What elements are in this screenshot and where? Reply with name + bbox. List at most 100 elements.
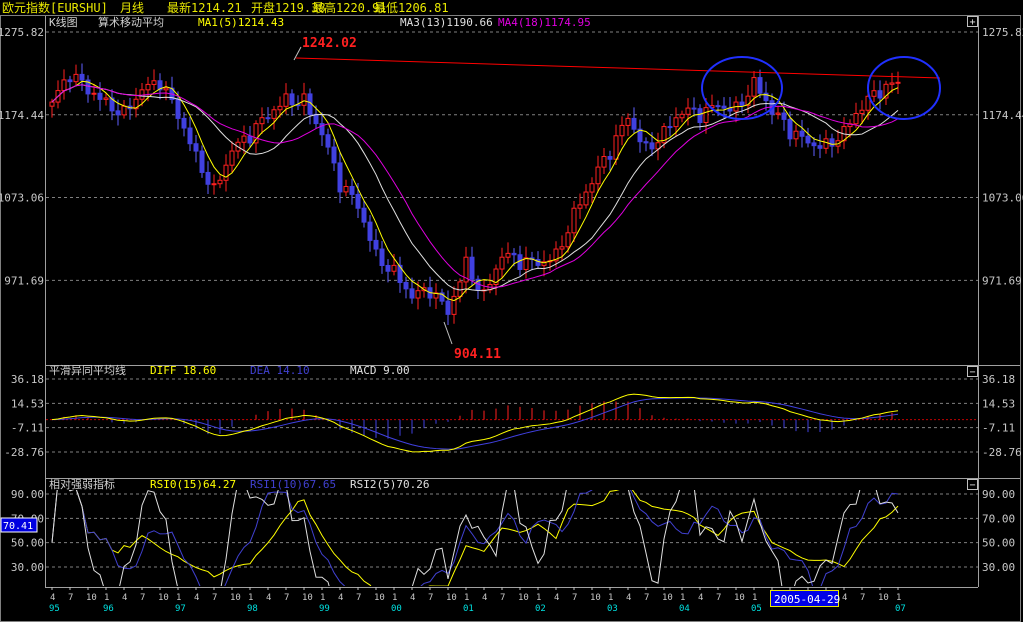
month-label: 1 bbox=[752, 593, 757, 603]
month-label: 4 bbox=[482, 593, 487, 603]
period-label: 月线 bbox=[120, 1, 144, 15]
candle-down bbox=[79, 73, 85, 81]
rsi-current-value: 70.41 bbox=[3, 521, 33, 532]
candle-up bbox=[91, 92, 97, 95]
month-label: 4 bbox=[194, 593, 199, 603]
candle-up bbox=[619, 124, 625, 137]
candle-up bbox=[853, 113, 859, 125]
collapse-rsi-button[interactable]: − bbox=[967, 479, 978, 492]
candle-down bbox=[367, 221, 373, 241]
candle-down bbox=[445, 300, 451, 315]
candle-down bbox=[607, 156, 613, 160]
low-label: 904.11 bbox=[454, 347, 501, 362]
candle-down bbox=[187, 127, 193, 145]
macd-tick-right: -28.76 bbox=[982, 446, 1022, 459]
candle-up bbox=[589, 183, 595, 193]
ma4-value: MA4(18)1174.95 bbox=[498, 16, 591, 29]
candle-down bbox=[373, 239, 379, 250]
candle-down bbox=[721, 105, 727, 109]
chart-canvas[interactable]: 欧元指数[EURSHU] 月线 最新1214.21 开盘1219.38 最高12… bbox=[0, 0, 1023, 622]
expand-button[interactable]: + bbox=[967, 16, 978, 29]
candle-up bbox=[283, 93, 289, 107]
macd-tick-left: -7.11 bbox=[11, 422, 44, 435]
candle-up bbox=[211, 183, 217, 186]
price-tick-left: 1073.06 bbox=[0, 192, 44, 205]
candle-up bbox=[145, 83, 151, 91]
year-label: 99 bbox=[319, 604, 330, 614]
candle-down bbox=[67, 79, 73, 83]
candle-down bbox=[199, 150, 205, 173]
candle-down bbox=[265, 117, 271, 120]
month-label: 7 bbox=[500, 593, 505, 603]
minus-icon: − bbox=[969, 480, 975, 491]
candle-down bbox=[403, 281, 409, 290]
low-price: 最低1206.81 bbox=[374, 1, 449, 15]
macd-value: MACD 9.00 bbox=[350, 364, 410, 377]
candle-down bbox=[697, 108, 703, 123]
month-label: 1 bbox=[320, 593, 325, 603]
candle-down bbox=[781, 112, 787, 120]
month-label: 10 bbox=[158, 593, 169, 603]
candle-up bbox=[241, 135, 247, 143]
year-label: 04 bbox=[679, 604, 690, 614]
year-label: 98 bbox=[247, 604, 258, 614]
candle-down bbox=[349, 186, 355, 195]
year-label: 02 bbox=[535, 604, 546, 614]
rsi-tick-left: 30.00 bbox=[11, 561, 44, 574]
month-label: 10 bbox=[230, 593, 241, 603]
latest-price: 最新1214.21 bbox=[167, 0, 242, 15]
month-label: 7 bbox=[356, 593, 361, 603]
month-label: 4 bbox=[554, 593, 559, 603]
candle-up bbox=[121, 105, 127, 116]
month-label: 7 bbox=[860, 593, 865, 603]
candle-up bbox=[601, 156, 607, 168]
candle-up bbox=[625, 117, 631, 126]
rsi0-value: RSI0(15)64.27 bbox=[150, 478, 236, 491]
candle-down bbox=[631, 117, 637, 130]
candle-up bbox=[673, 117, 679, 128]
candle-down bbox=[469, 256, 475, 280]
month-label: 7 bbox=[284, 593, 289, 603]
ma1-value: MA1(5)1214.43 bbox=[198, 16, 284, 29]
year-label: 97 bbox=[175, 604, 186, 614]
collapse-macd-button[interactable]: − bbox=[967, 366, 978, 379]
candle-up bbox=[703, 107, 709, 123]
candle-down bbox=[877, 90, 883, 99]
rsi-tick-left: 90.00 bbox=[11, 488, 44, 501]
month-label: 1 bbox=[248, 593, 253, 603]
candle-down bbox=[817, 145, 823, 149]
macd-tick-right: -7.11 bbox=[982, 422, 1015, 435]
indicator-name: 算术移动平均 bbox=[98, 15, 164, 29]
rsi-tick-left: 50.00 bbox=[11, 537, 44, 550]
candle-up bbox=[751, 77, 757, 97]
candle-up bbox=[451, 295, 457, 315]
candle-down bbox=[247, 135, 253, 144]
month-label: 4 bbox=[698, 593, 703, 603]
candle-down bbox=[181, 117, 187, 129]
candle-down bbox=[787, 118, 793, 140]
candle-up bbox=[793, 130, 799, 140]
candle-up bbox=[259, 117, 265, 125]
candle-down bbox=[757, 77, 763, 94]
candle-up bbox=[163, 87, 169, 91]
month-label: 4 bbox=[842, 593, 847, 603]
rsi-panel-title: 相对强弱指标 bbox=[49, 477, 115, 491]
highlight-circle bbox=[867, 56, 941, 120]
month-label: 7 bbox=[572, 593, 577, 603]
low-pointer bbox=[443, 321, 453, 345]
candle-up bbox=[61, 79, 67, 92]
price-panel-title: K线图 bbox=[49, 15, 78, 29]
candle-up bbox=[277, 105, 283, 111]
candle-up bbox=[73, 73, 79, 83]
month-label: 4 bbox=[266, 593, 271, 603]
year-label: 00 bbox=[391, 604, 402, 614]
candle-down bbox=[361, 207, 367, 223]
price-tick-left: 1275.82 bbox=[0, 26, 44, 39]
month-label: 10 bbox=[518, 593, 529, 603]
candle-up bbox=[271, 109, 277, 119]
month-label: 10 bbox=[662, 593, 673, 603]
price-plot bbox=[49, 63, 901, 325]
macd-tick-left: 14.53 bbox=[11, 397, 44, 410]
month-label: 7 bbox=[428, 593, 433, 603]
candle-down bbox=[511, 252, 517, 256]
